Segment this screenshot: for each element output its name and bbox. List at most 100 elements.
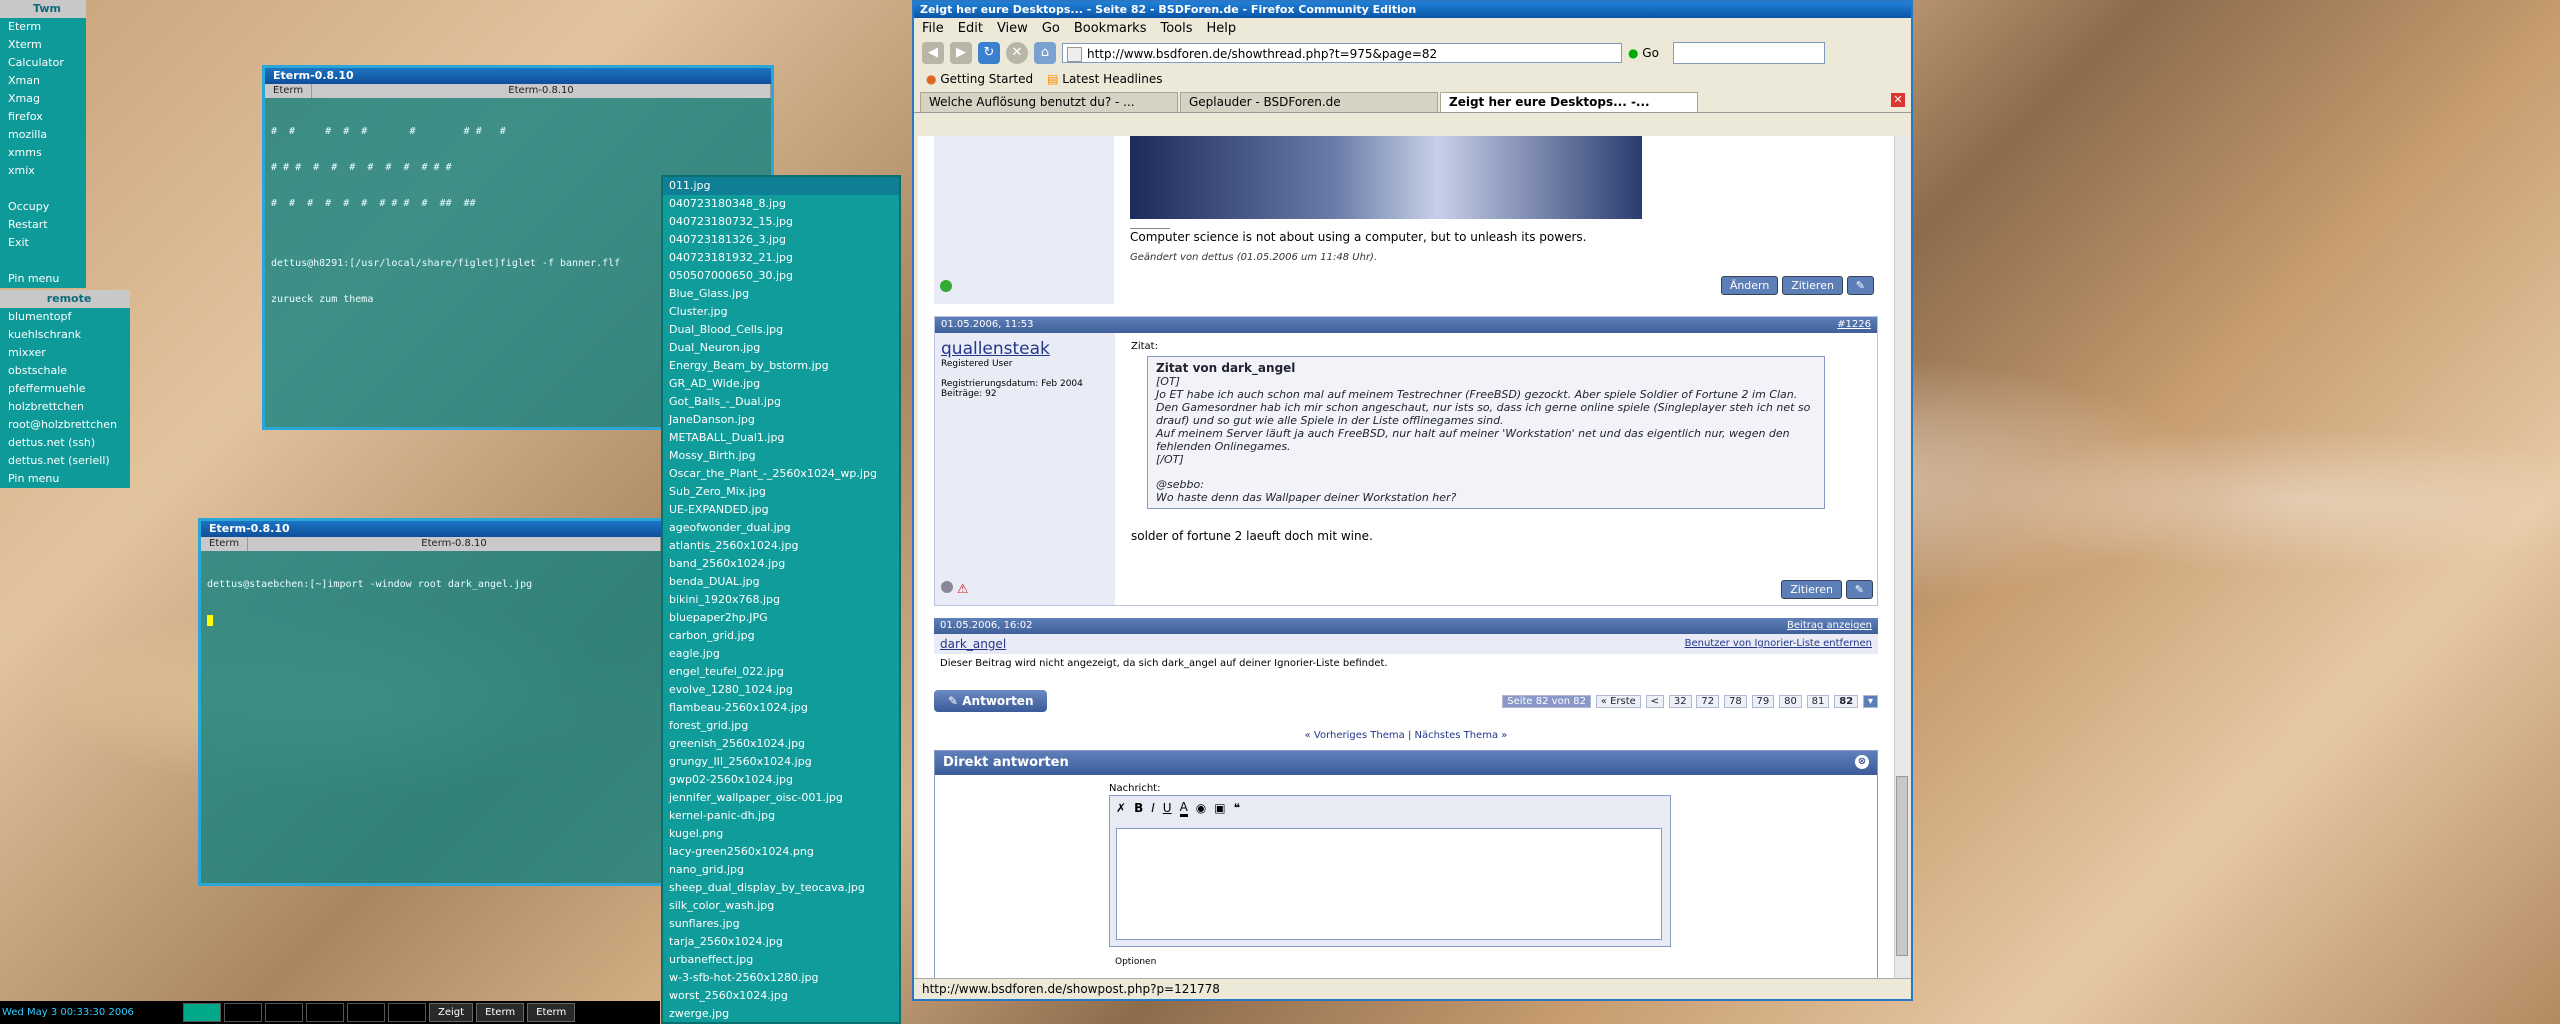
eterm-2-content[interactable]: dettus@staebchen:[~]import -window root … — [201, 551, 661, 654]
quote-icon[interactable]: ❝ — [1234, 801, 1240, 815]
twm-menu-item[interactable]: Xman — [0, 72, 86, 90]
taskbar-button[interactable]: Eterm — [527, 1003, 576, 1022]
twm-menu-item[interactable]: xmix — [0, 162, 86, 180]
reply-button[interactable]: ✎ Antworten — [934, 690, 1048, 712]
stop-icon[interactable]: ✕ — [1006, 42, 1028, 64]
firefox-titlebar[interactable]: Zeigt her eure Desktops... - Seite 82 - … — [914, 2, 1911, 18]
file-list-item[interactable]: grungy_III_2560x1024.jpg — [663, 753, 899, 771]
text-color-icon[interactable]: A — [1179, 800, 1188, 817]
eterm-2-tab[interactable]: Eterm — [201, 537, 249, 551]
file-list-item[interactable]: kugel.png — [663, 825, 899, 843]
file-list-item[interactable]: Cluster.jpg — [663, 303, 899, 321]
file-list-item[interactable]: lacy-green2560x1024.png — [663, 843, 899, 861]
file-list-item[interactable]: urbaneffect.jpg — [663, 951, 899, 969]
file-list-item[interactable]: silk_color_wash.jpg — [663, 897, 899, 915]
remote-menu-item[interactable]: Pin menu — [0, 470, 130, 488]
ignored-author[interactable]: dark_angel — [940, 634, 1006, 654]
multiquote-icon[interactable]: ✎ — [1845, 580, 1873, 599]
collapse-icon[interactable]: ⊗ — [1855, 755, 1869, 769]
page-menu-icon[interactable]: ▾ — [1862, 695, 1878, 708]
twm-menu-item[interactable]: Eterm — [0, 18, 86, 36]
quote-button[interactable]: Zitieren — [1781, 580, 1842, 599]
home-icon[interactable]: ⌂ — [1034, 42, 1056, 64]
twm-menu-item[interactable]: Occupy — [0, 198, 86, 216]
image-icon[interactable]: ▣ — [1214, 801, 1225, 815]
page-link[interactable]: 72 — [1696, 695, 1720, 708]
close-tab-icon[interactable]: ✕ — [1891, 93, 1905, 107]
page-link[interactable]: 81 — [1806, 695, 1830, 708]
tab-zeigt-her[interactable]: Zeigt her eure Desktops... -... — [1440, 92, 1698, 112]
file-list-item[interactable]: 040723181326_3.jpg — [663, 231, 899, 249]
scrollbar-thumb[interactable] — [1896, 776, 1908, 956]
taskbar-button[interactable]: Zeigt — [429, 1003, 474, 1022]
reload-icon[interactable]: ↻ — [978, 42, 1000, 64]
pager-desktop[interactable] — [183, 1003, 221, 1022]
file-list-item[interactable]: Dual_Neuron.jpg — [663, 339, 899, 357]
file-list-item[interactable]: Mossy_Birth.jpg — [663, 447, 899, 465]
file-list-item[interactable]: zwerge.jpg — [663, 1005, 899, 1023]
file-list-item[interactable]: bikini_1920x768.jpg — [663, 591, 899, 609]
page-scrollbar[interactable] — [1894, 136, 1909, 980]
page-link[interactable]: 79 — [1751, 695, 1775, 708]
file-list-item[interactable]: benda_DUAL.jpg — [663, 573, 899, 591]
screenshot-image[interactable] — [1130, 136, 1642, 219]
file-list-item[interactable]: gwp02-2560x1024.jpg — [663, 771, 899, 789]
file-list-item[interactable]: band_2560x1024.jpg — [663, 555, 899, 573]
menu-go[interactable]: Go — [1042, 21, 1060, 36]
file-list-item[interactable]: bluepaper2hp.JPG — [663, 609, 899, 627]
file-list-item[interactable]: flambeau-2560x1024.jpg — [663, 699, 899, 717]
file-list-item[interactable]: worst_2560x1024.jpg — [663, 987, 899, 1005]
eterm-1-titlebar[interactable]: Eterm-0.8.10 — [265, 68, 771, 84]
file-list-item[interactable]: evolve_1280_1024.jpg — [663, 681, 899, 699]
bookmark-latest-headlines[interactable]: ▤ Latest Headlines — [1047, 72, 1162, 86]
url-field[interactable]: http://www.bsdforen.de/showthread.php?t=… — [1062, 43, 1622, 63]
file-list-item[interactable]: 011.jpg — [663, 177, 899, 195]
eterm-window-2[interactable]: Eterm-0.8.10 Eterm Eterm-0.8.10 dettus@s… — [198, 518, 664, 886]
menu-edit[interactable]: Edit — [958, 21, 983, 36]
menu-tools[interactable]: Tools — [1160, 21, 1192, 36]
bookmark-getting-started[interactable]: ● Getting Started — [926, 72, 1033, 86]
file-list-item[interactable]: JaneDanson.jpg — [663, 411, 899, 429]
italic-icon[interactable]: I — [1151, 801, 1155, 815]
file-list-item[interactable]: jennifer_wallpaper_oisc-001.jpg — [663, 789, 899, 807]
underline-icon[interactable]: U — [1163, 801, 1172, 815]
forward-icon[interactable]: ▶ — [950, 42, 972, 64]
remove-format-icon[interactable]: ✗ — [1116, 801, 1126, 815]
pager-desktop[interactable] — [347, 1003, 385, 1022]
file-list-item[interactable]: METABALL_Dual1.jpg — [663, 429, 899, 447]
link-icon[interactable]: ◉ — [1196, 801, 1206, 815]
menu-file[interactable]: File — [922, 21, 944, 36]
multiquote-icon[interactable]: ✎ — [1846, 276, 1874, 295]
remote-menu-item[interactable]: kuehlschrank — [0, 326, 130, 344]
file-list-item[interactable]: nano_grid.jpg — [663, 861, 899, 879]
file-list-item[interactable]: 040723181932_21.jpg — [663, 249, 899, 267]
file-list-item[interactable]: carbon_grid.jpg — [663, 627, 899, 645]
menu-bookmarks[interactable]: Bookmarks — [1074, 21, 1147, 36]
file-list-item[interactable]: sheep_dual_display_by_teocava.jpg — [663, 879, 899, 897]
file-list-item[interactable]: atlantis_2560x1024.jpg — [663, 537, 899, 555]
file-list-item[interactable]: 040723180348_8.jpg — [663, 195, 899, 213]
tab-welche-aufloesung[interactable]: Welche Auflösung benutzt du? - ... — [920, 92, 1178, 112]
file-list-item[interactable]: Blue_Glass.jpg — [663, 285, 899, 303]
page-link[interactable]: 32 — [1668, 695, 1692, 708]
pager-desktop[interactable] — [388, 1003, 426, 1022]
twm-menu-item[interactable]: Xmag — [0, 90, 86, 108]
pager-desktop[interactable] — [224, 1003, 262, 1022]
file-list-item[interactable]: 040723180732_15.jpg — [663, 213, 899, 231]
file-list-item[interactable]: UE-EXPANDED.jpg — [663, 501, 899, 519]
post-author[interactable]: quallensteak — [941, 339, 1109, 359]
file-list-item[interactable]: engel_teufel_022.jpg — [663, 663, 899, 681]
file-list-item[interactable]: tarja_2560x1024.jpg — [663, 933, 899, 951]
twm-menu-item[interactable]: mozilla — [0, 126, 86, 144]
twm-menu-item[interactable]: Restart — [0, 216, 86, 234]
twm-menu-item[interactable]: Pin menu — [0, 270, 86, 288]
twm-menu-item[interactable]: xmms — [0, 144, 86, 162]
page-prev[interactable]: < — [1645, 695, 1665, 708]
remote-menu-item[interactable]: holzbrettchen — [0, 398, 130, 416]
edit-button[interactable]: Ändern — [1720, 276, 1779, 295]
search-input[interactable] — [1672, 42, 1825, 64]
eterm-1-tab[interactable]: Eterm — [265, 84, 313, 98]
tab-geplauder[interactable]: Geplauder - BSDForen.de — [1180, 92, 1438, 112]
file-list-item[interactable]: Energy_Beam_by_bstorm.jpg — [663, 357, 899, 375]
report-icon[interactable]: ⚠ — [957, 582, 969, 597]
